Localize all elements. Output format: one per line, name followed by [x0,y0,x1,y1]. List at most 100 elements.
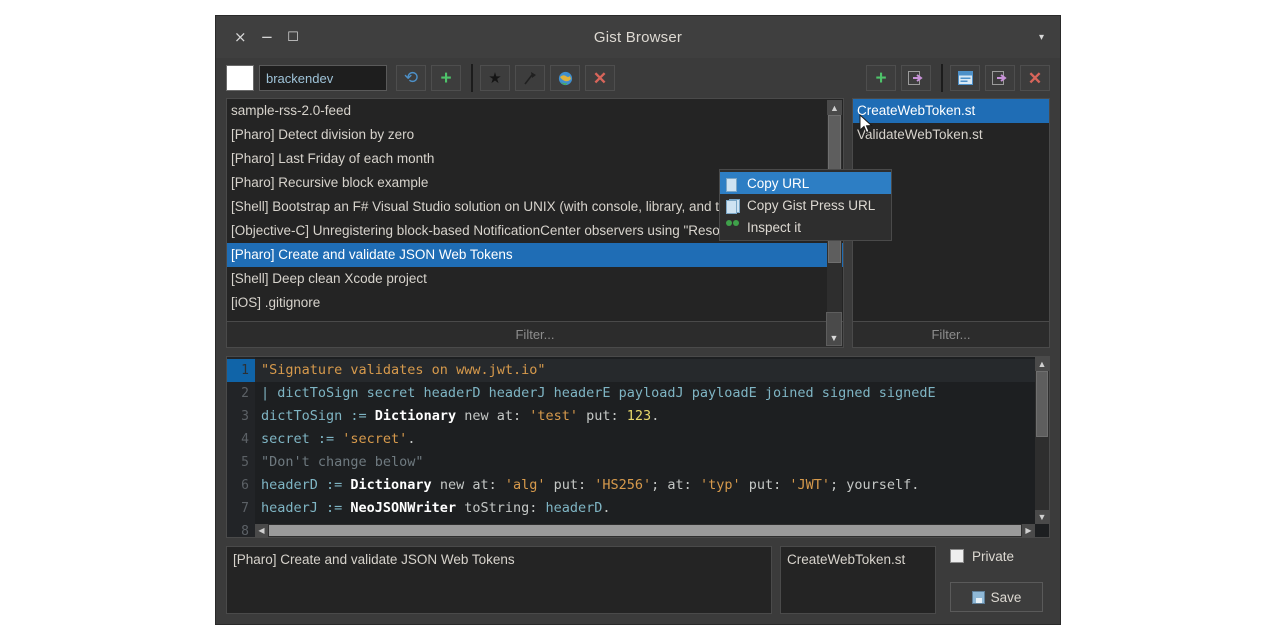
export-arrow-icon [908,71,924,85]
code-token: NeoJSONWriter [350,500,456,516]
code-token: 'typ' [700,477,741,493]
editor-hscrollbar[interactable]: ◀ ▶ [255,524,1035,537]
list-item-selected[interactable]: CreateWebToken.st [853,99,1049,123]
star-button[interactable]: ★ [480,65,510,91]
maximize-icon[interactable]: ☐ [287,31,299,44]
context-menu-item-copy-url[interactable]: Copy URL [720,172,891,194]
toolbar: brackendev ⟲ + ★ ✕ [216,58,1060,98]
code-token: headerD := [261,477,350,493]
gist-filter-bar[interactable]: Filter... ▼ [226,322,844,348]
code-text[interactable]: "Signature validates on www.jwt.io"| dic… [255,357,1049,537]
line-number: 3 [227,405,255,428]
fork-button[interactable] [515,65,545,91]
username-value: brackendev [266,71,333,86]
code-token: toString: [456,500,545,516]
export-file-button[interactable] [901,65,931,91]
scroll-thumb[interactable] [269,525,1021,536]
code-token: Dictionary [375,408,456,424]
add-gist-button[interactable]: + [431,65,461,91]
add-file-button[interactable]: + [866,65,896,91]
window-title: Gist Browser [216,29,1060,46]
description-field[interactable]: [Pharo] Create and validate JSON Web Tok… [226,546,772,614]
private-checkbox[interactable] [950,549,964,563]
list-item[interactable]: [Pharo] Detect division by zero [227,123,843,147]
code-line: headerD := Dictionary new at: 'alg' put:… [255,474,1049,497]
gist-filter-placeholder: Filter... [515,327,554,342]
private-label: Private [972,549,1014,564]
code-token: new at: [456,408,529,424]
list-item[interactable]: [iOS] .gitignore [227,291,843,315]
code-token: ; yourself. [830,477,919,493]
scroll-down-icon[interactable]: ▼ [1035,510,1049,524]
mouse-cursor [859,114,873,134]
browse-button[interactable] [550,65,580,91]
line-number: 6 [227,474,255,497]
list-item[interactable]: [Shell] Deep clean Xcode project [227,267,843,291]
remove-file-button[interactable]: ✕ [1020,65,1050,91]
scroll-right-icon[interactable]: ▶ [1022,524,1035,537]
save-button-label: Save [991,590,1022,605]
line-number: 2 [227,382,255,405]
code-token: "Don't change below" [261,454,424,470]
scroll-left-icon[interactable]: ◀ [255,524,268,537]
title-bar: × − ☐ Gist Browser ▾ [216,16,1060,58]
line-number-gutter: 1 2 3 4 5 6 7 8 [227,357,255,537]
scroll-thumb[interactable] [1036,371,1048,437]
save-disk-icon [972,591,985,604]
lists-region: sample-rss-2.0-feed [Pharo] Detect divis… [216,98,1060,348]
line-number: 8 [227,520,255,538]
context-menu-item-inspect-it[interactable]: Inspect it [720,216,891,238]
username-field[interactable]: brackendev [259,65,387,91]
save-file-button[interactable] [985,65,1015,91]
code-token: 'JWT' [789,477,830,493]
context-menu-label: Copy URL [747,176,809,191]
chevron-down-icon[interactable]: ▼ [826,312,842,346]
code-token: dictToSign := [261,408,375,424]
code-token: put: [578,408,627,424]
filename-field[interactable]: CreateWebToken.st [780,546,936,614]
file-filter-bar[interactable]: Filter... [852,322,1050,348]
open-window-button[interactable] [950,65,980,91]
export-arrow-icon [992,71,1008,85]
delete-gist-button[interactable]: ✕ [585,65,615,91]
plus-icon: + [875,69,886,88]
minimize-icon[interactable]: − [261,30,274,45]
context-menu-label: Copy Gist Press URL [747,198,875,213]
context-menu-label: Inspect it [747,220,801,235]
window-menu-icon[interactable]: ▾ [1039,32,1060,43]
code-line: headerJ := NeoJSONWriter toString: heade… [255,497,1049,520]
scroll-up-icon[interactable]: ▲ [827,100,842,115]
scroll-up-icon[interactable]: ▲ [1035,357,1049,371]
refresh-button[interactable]: ⟲ [396,65,426,91]
line-number: 4 [227,428,255,451]
code-token: put: [545,477,594,493]
code-editor[interactable]: 1 2 3 4 5 6 7 8 "Signature validates on … [226,356,1050,538]
fork-icon [523,71,537,86]
code-token: . [651,408,659,424]
scroll-track[interactable] [1035,371,1049,510]
editor-vscrollbar[interactable]: ▲ ▼ [1035,357,1049,524]
code-token: "Signature validates on www.jwt.io" [261,362,545,378]
context-menu-item-copy-gist-press-url[interactable]: Copy Gist Press URL [720,194,891,216]
form-actions: Private Save [944,546,1050,614]
list-item[interactable]: [Pharo] Last Friday of each month [227,147,843,171]
code-token: secret := [261,431,342,447]
list-item-selected[interactable]: [Pharo] Create and validate JSON Web Tok… [227,243,843,267]
save-button[interactable]: Save [950,582,1043,612]
document-icon [726,176,740,191]
code-token: ; at: [651,477,700,493]
description-value: [Pharo] Create and validate JSON Web Tok… [233,552,515,567]
window-icon [958,71,973,85]
window-controls: × − ☐ [216,30,299,45]
private-checkbox-row[interactable]: Private [950,546,1050,566]
close-icon[interactable]: × [234,30,247,45]
list-item[interactable]: ValidateWebToken.st [853,123,1049,147]
context-menu[interactable]: Copy URL Copy Gist Press URL Inspect it [719,169,892,241]
line-number: 7 [227,497,255,520]
line-number: 5 [227,451,255,474]
line-number: 1 [227,359,255,382]
code-token: Dictionary [350,477,431,493]
code-token: headerD [545,500,602,516]
list-item[interactable]: sample-rss-2.0-feed [227,99,843,123]
code-line: secret := 'secret'. [255,428,1049,451]
